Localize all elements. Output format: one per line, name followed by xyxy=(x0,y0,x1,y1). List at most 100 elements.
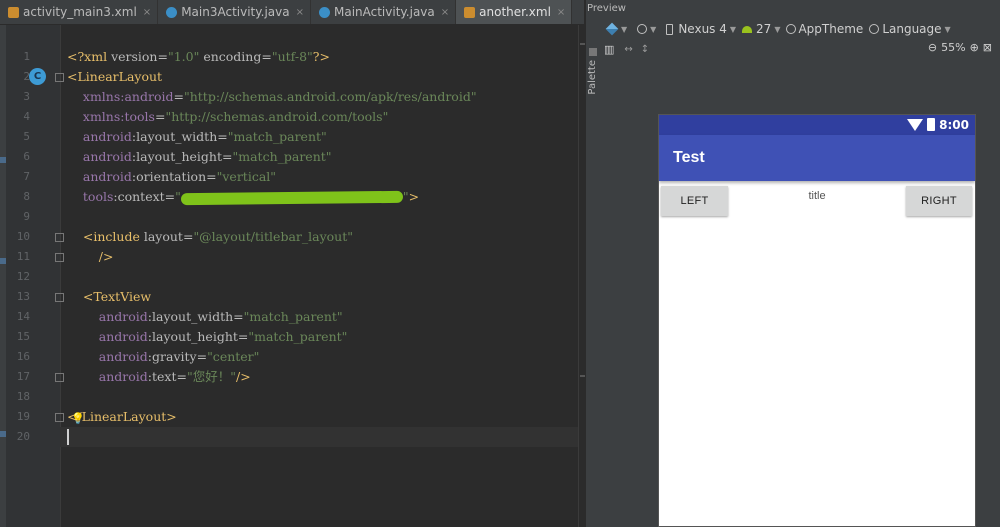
close-tab-icon[interactable]: × xyxy=(557,7,565,18)
code-line[interactable]: <LinearLayout xyxy=(67,67,162,87)
preview-toolbar: ▼ ▼ Nexus 4 ▼ 27 ▼ AppTheme Language ▼ xyxy=(600,18,1000,40)
preview-title: Preview xyxy=(587,3,626,14)
chevron-down-icon: ▼ xyxy=(774,24,781,34)
device-label: Nexus 4 xyxy=(678,22,727,36)
editor-tab[interactable]: MainActivity.java × xyxy=(311,0,457,24)
line-number: 7 xyxy=(23,170,30,183)
code-line[interactable]: xmlns:android="http://schemas.android.co… xyxy=(67,87,477,107)
code-line[interactable]: android:gravity="center" xyxy=(67,347,260,367)
code-token: <TextView xyxy=(67,289,152,304)
globe-icon xyxy=(869,24,880,34)
code-line[interactable]: android:layout_height="match_parent" xyxy=(67,147,332,167)
chevron-down-icon: ▼ xyxy=(650,24,657,34)
code-token: "match_parent" xyxy=(243,309,343,324)
device-selector[interactable]: Nexus 4 ▼ xyxy=(666,22,736,36)
status-bar: 8:00 xyxy=(659,115,975,135)
editor-tab[interactable]: another.xml × xyxy=(456,0,573,24)
class-icon[interactable]: C xyxy=(29,68,46,85)
code-token: "http://schemas.android.com/apk/res/andr… xyxy=(183,89,477,104)
zoom-in-icon[interactable]: ⊕ xyxy=(970,41,979,54)
code-line[interactable]: android:text="您好！"/> xyxy=(67,367,251,387)
editor-tab-bar: activity_main3.xml × Main3Activity.java × Ma… xyxy=(0,0,584,25)
fit-screen-icon[interactable]: ⊠ xyxy=(983,41,992,54)
xml-file-icon xyxy=(464,6,476,18)
code-token: "@layout/titlebar_layout" xyxy=(193,229,353,244)
code-token: android xyxy=(67,129,132,144)
tab-label: Main3Activity.java xyxy=(181,5,290,19)
code-line[interactable]: android:orientation="vertical" xyxy=(67,167,276,187)
palette-icon xyxy=(589,48,597,56)
theme-selector[interactable]: AppTheme xyxy=(786,22,863,36)
line-number: 13 xyxy=(16,290,30,303)
code-line[interactable]: <include layout="@layout/titlebar_layout… xyxy=(67,227,353,247)
theme-icon xyxy=(786,24,797,34)
code-line[interactable]: android:layout_width="match_parent" xyxy=(67,127,327,147)
code-token: = xyxy=(154,109,166,124)
language-label: Language xyxy=(882,22,942,36)
code-token: android xyxy=(67,349,148,364)
line-number: 3 xyxy=(23,90,30,103)
fold-marker-icon[interactable] xyxy=(55,293,64,302)
code-token: " xyxy=(175,189,181,204)
code-token: encoding= xyxy=(199,49,272,64)
action-bar: Test xyxy=(659,135,975,181)
horizontal-resize-icon[interactable]: ↔ xyxy=(624,44,632,55)
code-token: "center" xyxy=(207,349,260,364)
code-token: :layout_height= xyxy=(147,329,249,344)
palette-side-tab[interactable]: Palette xyxy=(585,0,601,527)
line-number: 14 xyxy=(16,310,30,323)
code-token: :layout_width= xyxy=(131,129,228,144)
code-line[interactable]: /> xyxy=(67,247,114,267)
code-token: xmlns: xyxy=(67,89,125,104)
code-line[interactable]: <TextView xyxy=(67,287,151,307)
java-class-icon xyxy=(318,6,330,18)
fold-marker-icon[interactable] xyxy=(55,73,64,82)
code-token: layout= xyxy=(143,229,194,244)
close-tab-icon[interactable]: × xyxy=(143,7,151,18)
battery-icon xyxy=(927,118,935,131)
line-number: 5 xyxy=(23,130,30,143)
line-number-gutter: 1 2 3 4 5 6 7 8 9 10 11 12 13 14 15 16 17 18 19 20 xyxy=(6,25,61,527)
code-token: android xyxy=(67,369,148,384)
tab-label: another.xml xyxy=(479,5,551,19)
code-token: > xyxy=(408,189,420,204)
right-button[interactable]: RIGHT xyxy=(906,186,972,216)
line-number: 17 xyxy=(16,370,30,383)
code-line[interactable]: xmlns:tools="http://schemas.android.com/… xyxy=(67,107,388,127)
code-token: :orientation= xyxy=(131,169,217,184)
chevron-down-icon: ▼ xyxy=(729,24,737,34)
fold-marker-icon[interactable] xyxy=(55,373,64,382)
orientation-button[interactable]: ▼ xyxy=(637,24,656,34)
design-surface-button[interactable]: ▼ xyxy=(605,22,627,36)
editor-tab[interactable]: activity_main3.xml × xyxy=(0,0,159,24)
line-number: 11 xyxy=(16,250,30,263)
palette-label: Palette xyxy=(587,60,598,95)
close-tab-icon[interactable]: × xyxy=(296,7,304,18)
vertical-resize-icon[interactable]: ↕ xyxy=(641,44,649,55)
fold-marker-icon[interactable] xyxy=(55,233,64,242)
code-token: <?xml xyxy=(67,49,112,64)
line-number: 2 xyxy=(23,70,30,83)
lightbulb-icon[interactable]: 💡 xyxy=(71,412,85,425)
close-tab-icon[interactable]: × xyxy=(441,7,449,18)
rotate-icon xyxy=(637,24,648,34)
language-selector[interactable]: Language ▼ xyxy=(869,22,951,36)
line-number: 19 xyxy=(16,410,30,423)
columns-icon[interactable]: ▥ xyxy=(604,43,614,56)
code-line[interactable]: tools:context=" "> xyxy=(67,187,419,207)
code-token: tools xyxy=(124,109,155,124)
code-line[interactable]: <?xml version="1.0" encoding="utf-8"?> xyxy=(67,47,330,67)
api-level-selector[interactable]: 27 ▼ xyxy=(742,22,780,36)
fold-marker-icon[interactable] xyxy=(55,253,64,262)
code-line[interactable]: android:layout_width="match_parent" xyxy=(67,307,343,327)
code-token: android xyxy=(67,309,148,324)
code-token: :text= xyxy=(147,369,187,384)
code-token: xmlns: xyxy=(67,109,125,124)
code-editor[interactable]: 1 2 3 4 5 6 7 8 9 10 11 12 13 14 15 16 17 18 19 20 C <?xml … xyxy=(0,25,585,527)
line-number: 6 xyxy=(23,150,30,163)
code-line[interactable]: android:layout_height="match_parent" xyxy=(67,327,348,347)
fold-marker-icon[interactable] xyxy=(55,413,64,422)
code-token: android xyxy=(124,89,174,104)
zoom-out-icon[interactable]: ⊖ xyxy=(928,41,937,54)
editor-tab[interactable]: Main3Activity.java × xyxy=(158,0,311,24)
